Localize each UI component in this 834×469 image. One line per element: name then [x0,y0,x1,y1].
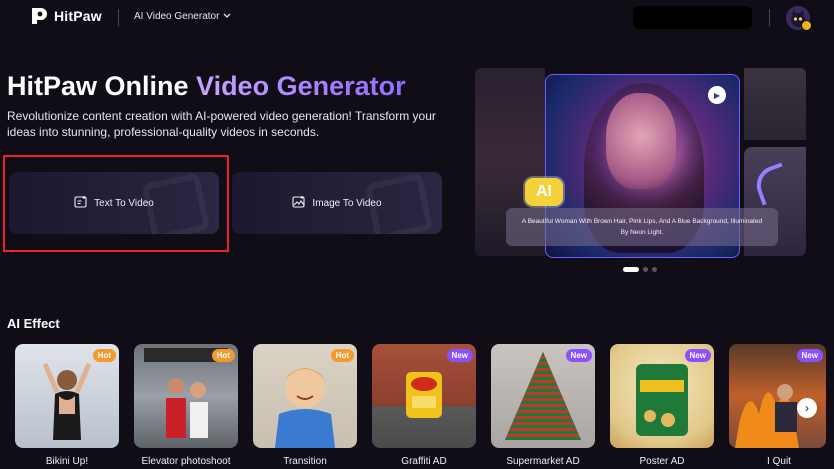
image-to-video-icon [292,195,306,212]
hitpaw-logo-icon [30,6,48,26]
product-menu[interactable]: AI Video Generator [134,11,231,22]
hitpaw-logo[interactable]: HitPaw [30,6,102,26]
new-badge: New [446,349,473,362]
title-accent: Video Generator [196,71,406,101]
chevron-down-icon [223,11,231,22]
product-menu-label: AI Video Generator [134,11,220,22]
slide-image-face [606,93,676,189]
redacted-region [633,6,752,29]
effect-card-supermarket-ad[interactable]: New [491,344,595,448]
pagination-dot-1[interactable] [623,267,639,272]
carousel-pagination [623,267,657,272]
pagination-dot-3[interactable] [652,267,657,272]
effect-card-transition[interactable]: Hot [253,344,357,448]
new-badge: New [684,349,711,362]
effect-label: Transition [283,456,327,467]
hero-description: Revolutionize content creation with AI-p… [7,109,436,139]
effect-label: Elevator photoshoot [141,456,231,467]
hot-badge: Hot [211,349,235,362]
selection-highlight-box [3,155,229,252]
new-badge: New [565,349,592,362]
new-badge: New [796,349,823,362]
effect-card-i-quit[interactable]: New [729,344,826,448]
carousel-next-slide-top[interactable] [744,68,806,140]
ai-effect-title: AI Effect [7,316,60,331]
hot-badge: Hot [92,349,116,362]
effect-card-elevator-photoshoot[interactable]: Hot [134,344,238,448]
play-icon[interactable]: ▶ [708,86,726,104]
effect-label: Bikini Up! [45,456,89,467]
avatar-badge-icon [801,20,812,31]
curved-arrow-icon [751,162,793,206]
title-plain: HitPaw Online [7,71,189,101]
slide-caption: A Beautiful Woman With Brown Hair, Pink … [506,208,778,246]
chevron-right-icon[interactable]: › [797,398,817,418]
logo-text: HitPaw [54,8,102,24]
effect-card-graffiti-ad[interactable]: New [372,344,476,448]
effect-card-poster-ad[interactable]: New [610,344,714,448]
effect-label: Supermarket AD [506,456,580,467]
card-background-decoration [364,172,434,234]
pagination-dot-2[interactable] [643,267,648,272]
image-to-video-button[interactable]: Image To Video [232,172,442,234]
ai-badge: AI [525,178,563,206]
header-divider [118,9,119,26]
top-bar: HitPaw AI Video Generator [0,0,834,36]
hot-badge: Hot [330,349,354,362]
header-divider-right [769,9,770,26]
effect-label: I Quit [767,456,791,467]
effect-label: Graffiti AD [401,456,447,467]
effect-card-bikini-up[interactable]: Hot [15,344,119,448]
page-title: HitPaw Online Video Generator [7,71,406,102]
